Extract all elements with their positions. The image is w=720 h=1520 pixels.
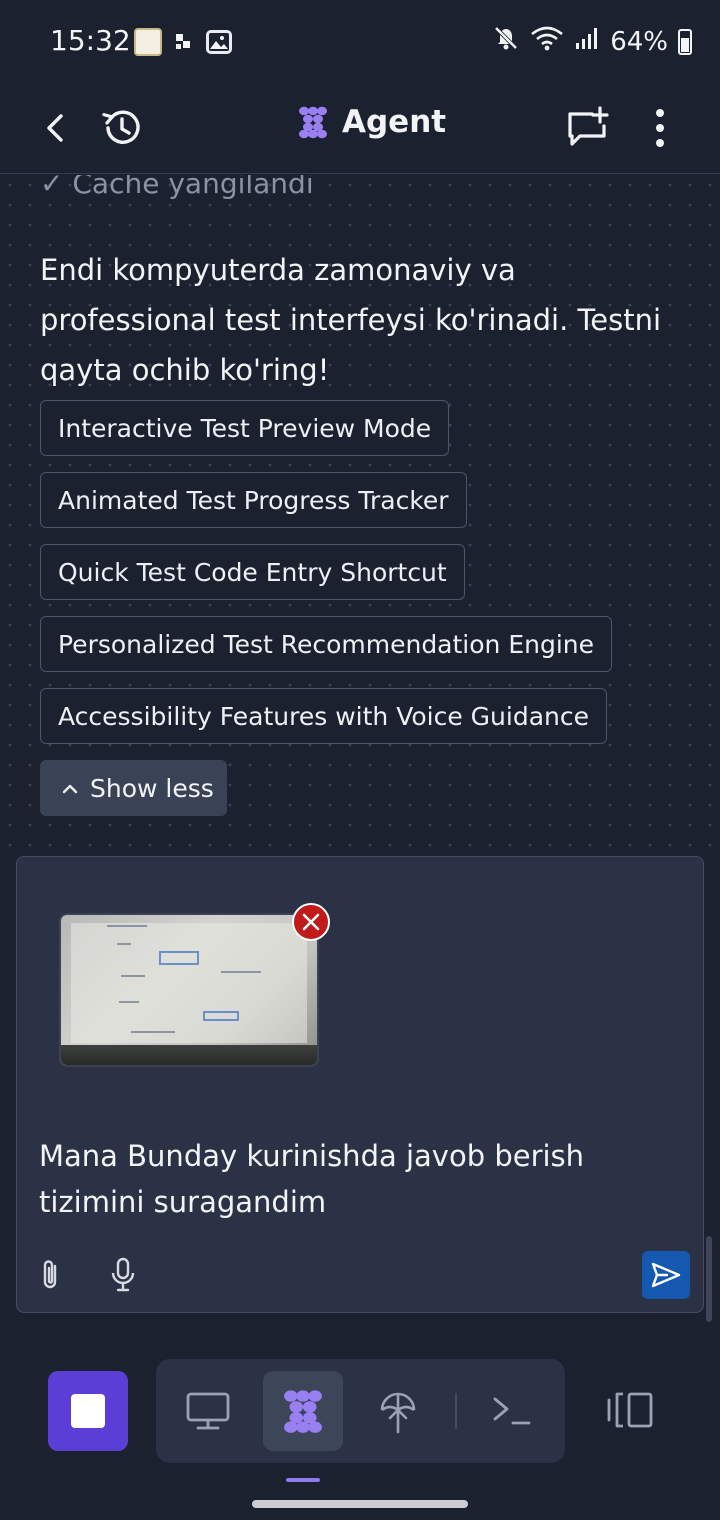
attachment-line [107,925,147,927]
attachment-line [119,1001,139,1003]
attachment-sheet [71,923,307,1043]
composer-scrollbar[interactable] [706,1236,712,1322]
more-icon [656,109,664,147]
more-options-button[interactable] [630,98,690,158]
layout-toggle-icon [607,1392,653,1428]
back-button[interactable] [26,98,86,158]
suggestion-chip[interactable]: Quick Test Code Entry Shortcut [40,544,465,600]
agent-logo-icon [299,106,327,139]
active-tool-indicator [286,1478,320,1482]
layout-toggle-button[interactable] [598,1384,664,1436]
desktop-tool-button[interactable] [168,1371,248,1451]
terminal-tool-button[interactable] [472,1371,552,1451]
stop-icon [71,1394,105,1428]
status-bar: 15:32 64% [0,0,720,84]
page-title-text: Agent [342,104,447,140]
paperclip-icon [43,1260,57,1289]
tool-switcher [156,1359,565,1463]
message-input[interactable]: Mana Bunday kurinishda javob berish tizi… [39,1133,679,1225]
gallery-icon [206,30,232,54]
attachment-line [121,975,145,977]
back-icon [47,114,63,142]
chevron-up-icon [62,784,78,794]
previous-message-tail: ✓ Cache yangilandi [40,175,314,200]
attachment-line [221,971,261,973]
page-title: Agent [296,102,446,142]
attachment-box [203,1011,239,1021]
attachment-box [159,951,199,965]
home-indicator[interactable] [252,1500,468,1508]
status-right-group: 64% [492,24,692,59]
show-less-button[interactable]: Show less [40,760,227,816]
show-less-label: Show less [90,773,214,803]
app-header: Agent [0,84,720,174]
remove-attachment-icon [302,913,320,931]
send-icon [651,1262,681,1288]
chat-area[interactable]: ✓ Cache yangilandi Endi kompyuterda zamo… [0,175,720,855]
signal-icon [574,25,600,58]
deploy-tool-button[interactable] [358,1371,438,1451]
notification-dots-icon [174,28,202,56]
attachment-taskbar [61,1045,317,1065]
battery-percent: 64% [610,26,668,57]
status-time: 15:32 [50,24,131,57]
tool-divider [455,1393,457,1429]
desktop-icon [186,1392,230,1430]
image-attachment-thumbnail[interactable] [59,913,319,1067]
remove-attachment-button[interactable] [292,903,330,941]
agent-icon [284,1390,322,1433]
wifi-icon [530,24,564,59]
new-chat-icon [568,106,609,146]
send-button[interactable] [642,1251,690,1299]
attachment-line [131,1031,175,1033]
suggestion-chip[interactable]: Interactive Test Preview Mode [40,400,450,456]
history-icon [102,110,140,144]
stop-button[interactable] [48,1371,128,1451]
message-composer: Mana Bunday kurinishda javob berish tizi… [16,856,704,1313]
history-button[interactable] [92,98,152,158]
app-screen: 15:32 64% Agent ✓ Cache yangilandi Endi … [0,0,720,1520]
suggestion-chip[interactable]: Personalized Test Recommendation Engine [40,616,613,672]
attach-file-button[interactable] [31,1255,71,1295]
deploy-icon [380,1392,416,1434]
microphone-icon [111,1257,135,1292]
suggestion-list: Interactive Test Preview Mode Animated T… [40,400,613,744]
terminal-icon [493,1397,531,1425]
agent-tool-button[interactable] [263,1371,343,1451]
assistant-message: Endi kompyuterda zamonaviy va profession… [40,253,662,387]
new-chat-button[interactable] [558,98,618,158]
voice-input-button[interactable] [103,1255,143,1295]
suggestion-chip[interactable]: Animated Test Progress Tracker [40,472,467,528]
suggestion-chip[interactable]: Accessibility Features with Voice Guidan… [40,688,608,744]
attachment-line [117,943,131,945]
bottom-toolbar [0,1340,720,1482]
battery-icon [678,28,692,55]
mute-icon [492,24,520,59]
notification-avatar-icon [134,28,162,56]
